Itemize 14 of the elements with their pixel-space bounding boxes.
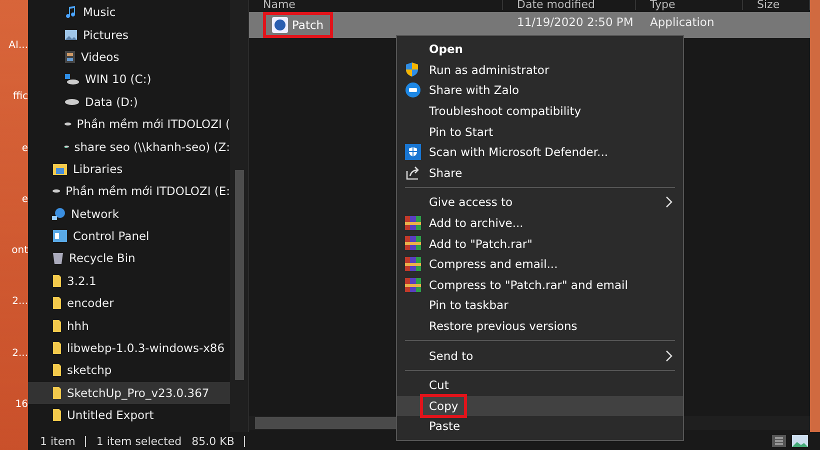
date-cell-text: 11/19/2020 2:50 PM xyxy=(516,14,634,29)
desktop-icon-label: e xyxy=(22,194,28,205)
desktop-icon-label: ont xyxy=(12,245,28,256)
item-count: 1 item xyxy=(40,434,76,448)
desktop-icon-label: AI... xyxy=(8,40,28,52)
desktop-icon-label: 2... xyxy=(12,296,28,308)
desktop-icon-label: 16 xyxy=(15,398,28,410)
file-name-cell: Patch xyxy=(263,12,333,38)
type-cell-text: Application xyxy=(649,14,716,29)
desktop-icon-label: ffic xyxy=(12,91,28,102)
selection-count: 1 item selected xyxy=(96,434,182,448)
desktop-icon-label: e xyxy=(22,142,28,154)
desktop-icon-label: 2... xyxy=(12,348,28,359)
selection-size: 85.0 KB xyxy=(192,434,234,448)
